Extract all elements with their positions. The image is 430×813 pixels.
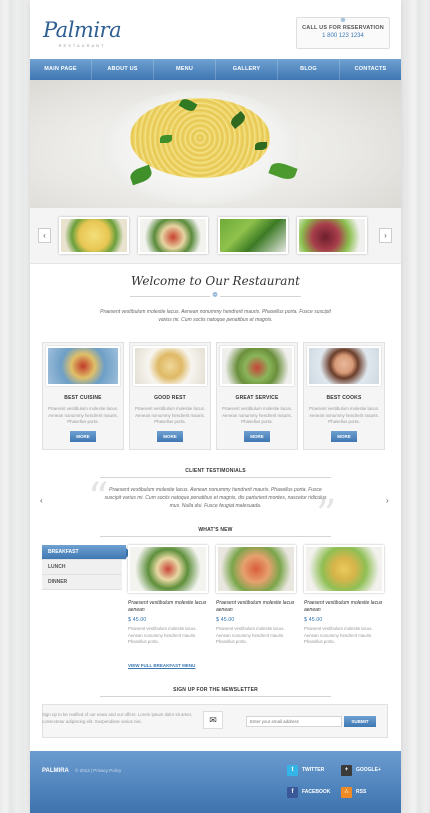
nav-main-page[interactable]: MAIN PAGE (30, 59, 92, 80)
divider (100, 696, 331, 697)
thumbnail-2[interactable] (138, 217, 208, 254)
card-description: Praesent vestibulum molestie lacus. Aene… (308, 406, 380, 424)
reservation-title: CALL US FOR RESERVATION (302, 25, 384, 31)
chevron-left-icon[interactable]: ‹ (40, 496, 43, 505)
logo[interactable]: Palmira RESTAURANT (43, 18, 122, 48)
feature-card-good-rest: GOOD REST Praesent vestibulum molestie l… (129, 342, 211, 450)
news-image[interactable] (128, 545, 208, 593)
card-description: Praesent vestibulum molestie lacus. Aene… (221, 406, 293, 424)
basil-leaf (255, 142, 267, 150)
news-description: Praesent vestibulum molestie lacus. Aene… (128, 626, 197, 644)
ribbon-icon: ❁ (340, 18, 346, 24)
reservation-phone: 1 800 123 1234 (322, 33, 364, 39)
more-button[interactable]: MORE (331, 430, 357, 442)
reservation-box: ❁ CALL US FOR RESERVATION 1 800 123 1234 (296, 17, 390, 49)
tab-breakfast[interactable]: BREAKFAST (42, 545, 131, 560)
logo-name: Palmira (43, 18, 122, 42)
nav-gallery[interactable]: GALLERY (216, 59, 278, 80)
thumbnail-carousel: ‹ › (30, 208, 401, 264)
chevron-right-icon[interactable]: › (386, 496, 389, 505)
card-image (46, 346, 120, 386)
news-description: Praesent vestibulum molestie lacus. Aene… (304, 626, 373, 644)
news-image[interactable] (304, 545, 384, 593)
news-image[interactable] (216, 545, 296, 593)
google-plus-link[interactable]: + GOOGLE+ (341, 764, 381, 776)
social-label: GOOGLE+ (356, 767, 381, 773)
thumbnail-3[interactable] (218, 217, 288, 254)
main-nav: MAIN PAGE ABOUT US MENU GALLERY BLOG CON… (30, 59, 401, 80)
card-title: BEST CUISINE (64, 395, 102, 401)
thumbnail-4[interactable] (297, 217, 367, 254)
page-container: Palmira RESTAURANT ❁ CALL US FOR RESERVA… (30, 0, 401, 813)
nav-about-us[interactable]: ABOUT US (92, 59, 154, 80)
footer-copyright[interactable]: © 2013 | Privacy Policy (75, 768, 121, 773)
submit-button[interactable]: SUBMIT (344, 716, 376, 727)
social-label: RSS (356, 789, 367, 795)
news-price: $ 45.00 (216, 617, 235, 623)
nav-menu[interactable]: MENU (154, 59, 216, 80)
social-label: FACEBOOK (302, 789, 331, 795)
news-item: Praesent vestibulum molestie lacus aenea… (216, 545, 296, 646)
card-description: Praesent vestibulum molestie lacus. Aene… (47, 406, 119, 424)
news-price: $ 45.00 (304, 617, 323, 623)
card-image (307, 346, 381, 386)
testimonials-title: CLIENT TESTIMONIALS (185, 468, 246, 474)
more-button[interactable]: MORE (244, 430, 270, 442)
footer: PALMIRA © 2013 | Privacy Policy t TWITTE… (30, 751, 401, 813)
ribbon-icon: ❁ (210, 292, 220, 300)
testimonial-text: Praesent vestibulum molestie lacus. Aene… (104, 487, 327, 509)
card-title: BEST COOKS (326, 395, 362, 401)
news-price: $ 45.00 (128, 617, 147, 623)
chevron-left-icon[interactable]: ‹ (38, 228, 51, 243)
divider (100, 477, 331, 478)
tab-lunch[interactable]: LUNCH (42, 560, 122, 575)
card-title: GOOD REST (154, 395, 186, 401)
email-input[interactable] (246, 716, 342, 727)
welcome-title: Welcome to Our Restaurant (131, 274, 300, 288)
footer-brand[interactable]: PALMIRA (42, 768, 69, 774)
chevron-right-icon[interactable]: › (379, 228, 392, 243)
divider (100, 536, 331, 537)
newsletter-text: Sign up to be notified of our news and o… (42, 712, 193, 724)
twitter-icon: t (287, 764, 298, 776)
menu-tabs: BREAKFAST LUNCH DINNER (42, 545, 131, 590)
news-item: Praesent vestibulum molestie lacus aenea… (304, 545, 384, 646)
rss-icon: ∴ (341, 786, 352, 798)
feature-card-best-cooks: BEST COOKS Praesent vestibulum molestie … (303, 342, 385, 450)
card-description: Praesent vestibulum molestie lacus. Aene… (134, 406, 206, 424)
news-title[interactable]: Praesent vestibulum molestie lacus aenea… (128, 600, 208, 614)
facebook-link[interactable]: f FACEBOOK (287, 786, 330, 798)
view-full-menu-link[interactable]: VIEW FULL BREAKFAST MENU (128, 663, 195, 668)
nav-contacts[interactable]: CONTACTS (340, 59, 401, 80)
whats-new-title: WHAT'S NEW (198, 527, 233, 533)
newsletter-title: SIGN UP FOR THE NEWSLETTER (173, 687, 258, 693)
news-item: Praesent vestibulum molestie lacus aenea… (128, 545, 208, 646)
welcome-text: Praesent vestibulum molestie lacus. Aene… (100, 309, 331, 323)
basil-leaf (160, 135, 172, 143)
news-description: Praesent vestibulum molestie lacus. Aene… (216, 626, 285, 644)
card-title: GREAT SERVICE (235, 395, 279, 401)
rss-link[interactable]: ∴ RSS (341, 786, 366, 798)
feature-card-best-cuisine: BEST CUISINE Praesent vestibulum molesti… (42, 342, 124, 450)
thumbnail-1[interactable] (59, 217, 129, 254)
news-title[interactable]: Praesent vestibulum molestie lacus aenea… (304, 600, 384, 614)
google-plus-icon: + (341, 764, 352, 776)
card-image (133, 346, 207, 386)
tab-dinner[interactable]: DINNER (42, 575, 122, 590)
card-image (220, 346, 294, 386)
feature-card-great-service: GREAT SERVICE Praesent vestibulum molest… (216, 342, 298, 450)
news-title[interactable]: Praesent vestibulum molestie lacus aenea… (216, 600, 296, 614)
facebook-icon: f (287, 786, 298, 798)
divider: ❁ (130, 292, 301, 300)
nav-blog[interactable]: BLOG (278, 59, 340, 80)
more-button[interactable]: MORE (70, 430, 96, 442)
hero-image (30, 80, 401, 208)
social-label: TWITTER (302, 767, 325, 773)
envelope-icon: ✉ (203, 711, 223, 729)
twitter-link[interactable]: t TWITTER (287, 764, 324, 776)
logo-subtitle: RESTAURANT (58, 43, 106, 48)
more-button[interactable]: MORE (157, 430, 183, 442)
hero-pasta (130, 98, 270, 178)
